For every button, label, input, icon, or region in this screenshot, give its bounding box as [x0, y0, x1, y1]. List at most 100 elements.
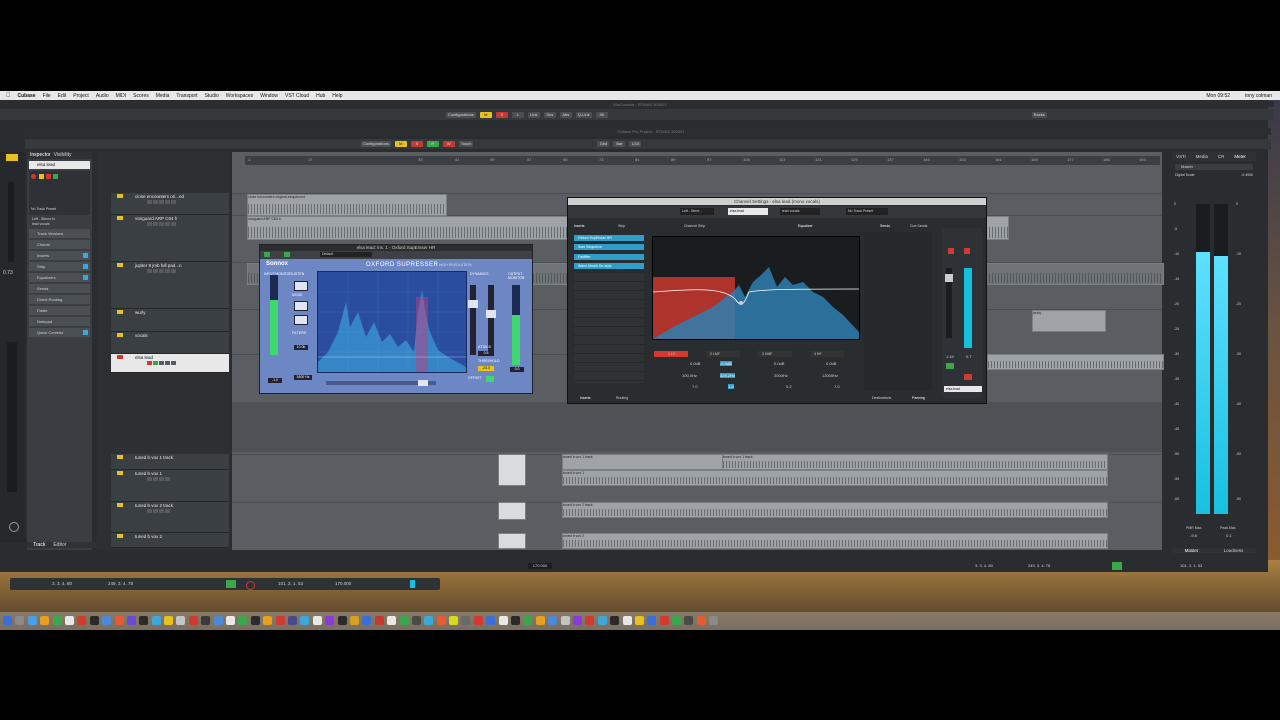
freq-value[interactable]: 3400 Hz — [294, 375, 312, 380]
mute-toggle[interactable]: M — [394, 141, 407, 147]
app-icon[interactable] — [188, 616, 198, 625]
tab-strip[interactable]: Strip — [618, 224, 625, 228]
mode-button-2[interactable] — [294, 315, 308, 325]
band-1-freq[interactable]: 100.0Hz — [682, 373, 697, 378]
track-buttons[interactable] — [147, 269, 176, 273]
play-button[interactable] — [226, 580, 236, 588]
clip-close-encounters[interactable]: close encounters original-sequenced — [247, 194, 447, 216]
tab-inserts[interactable]: Inserts — [574, 224, 585, 228]
menu-help[interactable]: Help — [332, 93, 342, 99]
track-name[interactable]: tuned b vox 2 track — [135, 503, 173, 508]
channel-settings-window[interactable]: Channel Settings - elsa lead (mono vocal… — [567, 197, 987, 404]
menu-edit[interactable]: Edit — [58, 93, 67, 99]
app-icon[interactable] — [535, 616, 545, 625]
track-jupiter[interactable]: jupiter 8 jmb full pad...n — [111, 262, 229, 309]
tab-editor[interactable]: Editor — [53, 542, 66, 548]
plugin-window-supresser[interactable]: elsa lead: ins. 1 - Oxford SupErsser HR … — [259, 244, 533, 394]
routing-output[interactable]: lead vocals — [32, 222, 90, 227]
app-icon[interactable] — [312, 616, 322, 625]
fader-mute-icon[interactable] — [948, 248, 954, 254]
output-value[interactable]: 0.0 — [510, 367, 524, 372]
tab-cr[interactable]: CR — [1218, 154, 1225, 159]
record-enable-icon[interactable] — [31, 174, 36, 179]
track-elsa-lead[interactable]: elsa lead — [111, 354, 229, 373]
clip-vox2-b[interactable] — [498, 533, 526, 549]
track-buttons[interactable] — [147, 222, 176, 226]
toolbar-zoom-value[interactable]: 36 — [595, 111, 608, 118]
eq-curve-display[interactable] — [652, 236, 860, 340]
statusbar-left-locator[interactable]: 3. 3. 4. 80 — [975, 563, 1015, 569]
master-channel-selector[interactable]: Master — [1175, 164, 1253, 170]
record-button[interactable] — [246, 581, 255, 590]
music-icon[interactable] — [77, 616, 87, 625]
track-name[interactable]: close encounters ori...ed — [135, 194, 184, 199]
tab-sends[interactable]: Sends — [880, 224, 890, 228]
app-icon[interactable] — [250, 616, 260, 625]
app-icon[interactable] — [300, 616, 310, 625]
app-icon[interactable] — [139, 616, 149, 625]
inspector-track-name[interactable]: elsa lead — [29, 161, 90, 169]
mail-icon[interactable] — [102, 616, 112, 625]
clip-elsa-lead[interactable] — [987, 354, 1164, 370]
statusbar-tempo[interactable]: 170.000 — [528, 563, 552, 569]
tab-vsti[interactable]: VSTi — [1176, 154, 1186, 159]
app-icon[interactable] — [572, 616, 582, 625]
app-icon[interactable] — [473, 616, 483, 625]
section-track-versions[interactable]: Track Versions — [29, 229, 90, 238]
footer-routing[interactable]: Routing — [616, 396, 628, 400]
menu-audio[interactable]: Audio — [96, 93, 109, 99]
app-icon[interactable] — [387, 616, 397, 625]
mode-button[interactable] — [294, 301, 308, 311]
section-direct-routing[interactable]: Direct Routing — [29, 295, 90, 304]
track-tuned-vox2[interactable]: tuned b vox 2 — [111, 533, 229, 548]
app-icon[interactable] — [337, 616, 347, 625]
primary-time-display[interactable]: 101. 3. 1. 53 — [278, 581, 303, 586]
menu-vstcloud[interactable]: VST Cloud — [285, 93, 309, 99]
clip-vox1-track-b[interactable]: tuned b vox 1 track — [722, 454, 1108, 470]
section-inserts[interactable]: Inserts — [29, 251, 90, 260]
track-buttons[interactable] — [147, 361, 176, 365]
inspector-preset[interactable]: No Track Preset — [31, 207, 56, 211]
track-tuned-vox2-track[interactable]: tuned b vox 2 track — [111, 502, 229, 533]
app-icon[interactable] — [263, 616, 273, 625]
insert-slot-3[interactable]: Fabfilter — [574, 254, 644, 260]
app-icon[interactable] — [151, 616, 161, 625]
track-wurly[interactable]: wurly — [111, 309, 229, 332]
channel-settings-titlebar[interactable]: Channel Settings - elsa lead (mono vocal… — [568, 198, 986, 205]
menu-media[interactable]: Media — [156, 93, 170, 99]
left-locator[interactable]: 3. 3. 4. 80 — [52, 581, 72, 586]
section-chords[interactable]: Chords — [29, 240, 90, 249]
toolbar-sus-button[interactable]: Sus — [543, 111, 556, 118]
app-icon[interactable] — [597, 616, 607, 625]
section-sends[interactable]: Sends — [29, 284, 90, 293]
tab-master[interactable]: Master — [1185, 548, 1199, 553]
track-buttons[interactable] — [147, 509, 170, 513]
band-3-freq[interactable]: 2000Hz — [774, 373, 788, 378]
app-icon[interactable] — [411, 616, 421, 625]
statusbar-right-locator[interactable]: 249. 3. 4. 78 — [1028, 563, 1072, 569]
app-icon[interactable] — [585, 616, 595, 625]
app-icon[interactable] — [362, 616, 372, 625]
inspector-mute-button[interactable] — [39, 174, 44, 179]
menu-app[interactable]: Cubase — [18, 93, 36, 99]
grid-type[interactable]: Bar — [613, 141, 626, 147]
app-icon[interactable] — [634, 616, 644, 625]
app-icon[interactable] — [659, 616, 669, 625]
menu-scores[interactable]: Scores — [133, 93, 149, 99]
track-name[interactable]: elsa lead — [135, 355, 153, 360]
right-locator[interactable]: 249. 3. 4. 78 — [108, 581, 133, 586]
app-icon[interactable] — [89, 616, 99, 625]
clip-vox1-a[interactable] — [498, 454, 526, 486]
threshold-value[interactable]: -20.0 — [478, 366, 494, 371]
app-icon[interactable] — [275, 616, 285, 625]
inspector-read-button[interactable] — [53, 174, 58, 179]
menu-window[interactable]: Window — [260, 93, 278, 99]
menu-project[interactable]: Project — [73, 93, 89, 99]
fader-read-icon[interactable] — [946, 363, 954, 369]
section-fader[interactable]: Fader — [29, 306, 90, 315]
offset-button[interactable] — [486, 376, 494, 382]
footer-panning[interactable]: Panning — [912, 396, 925, 400]
configurations-button[interactable]: Configurations — [361, 141, 391, 147]
clip-vox1-track[interactable]: tuned b vox 1 track — [562, 454, 724, 470]
power-icon[interactable] — [9, 522, 19, 532]
